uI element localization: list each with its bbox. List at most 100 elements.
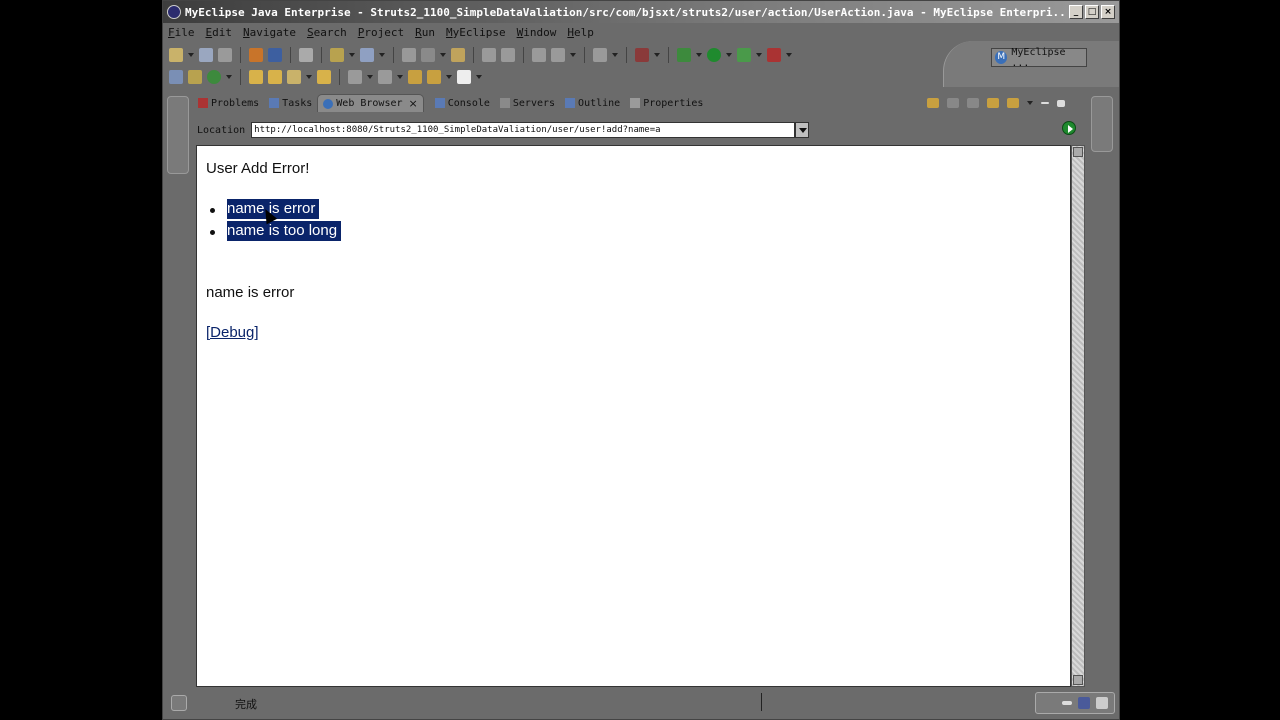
toolbar-separator — [393, 47, 394, 63]
menu-navigate[interactable]: Navigate — [243, 26, 296, 39]
wizard-icon[interactable] — [330, 48, 344, 62]
forward-dropdown-icon[interactable] — [476, 70, 482, 84]
url-input[interactable] — [251, 122, 796, 138]
print-icon[interactable] — [218, 48, 232, 62]
perspective-label: MyEclipse ... — [1011, 46, 1066, 69]
menu-search[interactable]: Search — [307, 26, 347, 39]
open-type-icon[interactable] — [249, 48, 263, 62]
right-trim-stack[interactable] — [1091, 96, 1113, 152]
debug-dropdown-icon[interactable] — [696, 48, 702, 62]
fast-view-icon[interactable] — [171, 695, 187, 711]
profile-dropdown-icon[interactable] — [654, 48, 660, 62]
open-external-icon[interactable] — [1007, 98, 1019, 108]
browser-refresh-icon[interactable] — [987, 98, 999, 108]
tab-tasks[interactable]: Tasks — [264, 94, 317, 112]
toolbar-separator — [473, 47, 474, 63]
folder-icon[interactable] — [317, 70, 331, 84]
scroll-up-icon[interactable] — [1073, 147, 1083, 157]
back-arrow-icon[interactable] — [408, 70, 422, 84]
table-icon[interactable] — [402, 48, 416, 62]
new-class-icon[interactable] — [188, 70, 202, 84]
menu-run[interactable]: Run — [415, 26, 435, 39]
deploy-icon[interactable] — [268, 48, 282, 62]
forward-arrow-icon[interactable] — [457, 70, 471, 84]
minimize-view-icon[interactable] — [1041, 102, 1049, 104]
menu-window[interactable]: Window — [517, 26, 557, 39]
open-folder-icon[interactable] — [249, 70, 263, 84]
new-dropdown-icon[interactable] — [188, 48, 194, 62]
debug-link[interactable]: [Debug] — [206, 324, 259, 341]
clipboard-icon[interactable] — [1096, 697, 1108, 709]
browser-stop-icon[interactable] — [967, 98, 979, 108]
menu-help[interactable]: Help — [567, 26, 594, 39]
new-icon[interactable] — [169, 48, 183, 62]
maximize-view-icon[interactable] — [1057, 99, 1065, 107]
menu-project[interactable]: Project — [358, 26, 404, 39]
heap-status-icon[interactable] — [1078, 697, 1090, 709]
stop-server-dropdown-icon[interactable] — [786, 48, 792, 62]
sql-icon[interactable] — [421, 48, 435, 62]
menu-myeclipse[interactable]: MyEclipse — [446, 26, 506, 39]
menu-file[interactable]: File — [168, 26, 195, 39]
menu-edit[interactable]: Edit — [206, 26, 233, 39]
go-button[interactable] — [1062, 121, 1076, 135]
perspective-myeclipse-button[interactable]: M MyEclipse ... — [991, 46, 1087, 69]
tab-problems[interactable]: Problems — [193, 94, 264, 112]
tab-web-browser[interactable]: Web Browser × — [317, 94, 424, 112]
tab-servers[interactable]: Servers — [495, 94, 560, 112]
paste-icon[interactable] — [501, 48, 515, 62]
new-interface-icon[interactable] — [207, 70, 221, 84]
toggle-mark-icon[interactable] — [348, 70, 362, 84]
external-tools-dropdown-icon[interactable] — [756, 48, 762, 62]
grid-icon[interactable] — [532, 48, 546, 62]
ide-window: MyEclipse Java Enterprise - Struts2_1100… — [162, 0, 1120, 720]
scroll-down-icon[interactable] — [1073, 675, 1083, 685]
minimize-button[interactable]: _ — [1069, 5, 1083, 19]
server-icon[interactable] — [360, 48, 374, 62]
refactor-icon[interactable] — [551, 48, 565, 62]
save-icon[interactable] — [199, 48, 213, 62]
stop-server-icon[interactable] — [767, 48, 781, 62]
browser-back-icon[interactable] — [927, 98, 939, 108]
server-dropdown-icon[interactable] — [379, 48, 385, 62]
tab-properties[interactable]: Properties — [625, 94, 708, 112]
close-button[interactable]: × — [1101, 5, 1115, 19]
sql-dropdown-icon[interactable] — [440, 48, 446, 62]
pencil-dropdown-icon[interactable] — [306, 70, 312, 84]
trim-minimize-icon[interactable] — [1062, 701, 1072, 705]
status-bar: 完成 — [163, 689, 1119, 717]
cut-icon[interactable] — [482, 48, 496, 62]
pencil-icon[interactable] — [287, 70, 301, 84]
toggle-mark-dropdown-icon[interactable] — [367, 70, 373, 84]
tab-label: Problems — [211, 97, 260, 109]
back-history-icon[interactable] — [427, 70, 441, 84]
launch-dropdown-icon[interactable] — [612, 48, 618, 62]
tab-outline[interactable]: Outline — [560, 94, 625, 112]
wizard-dropdown-icon[interactable] — [349, 48, 355, 62]
next-annotation-dropdown-icon[interactable] — [397, 70, 403, 84]
error-message: name is too long — [227, 221, 342, 241]
refactor-dropdown-icon[interactable] — [570, 48, 576, 62]
browser-scrollbar[interactable] — [1071, 145, 1085, 687]
back-history-dropdown-icon[interactable] — [446, 70, 452, 84]
maximize-button[interactable]: □ — [1085, 5, 1099, 19]
java-ee-icon[interactable] — [451, 48, 465, 62]
tab-console[interactable]: Console — [430, 94, 495, 112]
build-icon[interactable] — [299, 48, 313, 62]
new-package-icon[interactable] — [169, 70, 183, 84]
run-dropdown-icon[interactable] — [726, 48, 732, 62]
run-icon[interactable] — [707, 48, 721, 62]
profile-icon[interactable] — [635, 48, 649, 62]
open-file-icon[interactable] — [268, 70, 282, 84]
view-menu-icon[interactable] — [1027, 96, 1033, 110]
url-history-dropdown-icon[interactable] — [795, 122, 810, 138]
browser-forward-icon[interactable] — [947, 98, 959, 108]
debug-icon[interactable] — [677, 48, 691, 62]
external-tools-icon[interactable] — [737, 48, 751, 62]
new-interface-dropdown-icon[interactable] — [226, 70, 232, 84]
next-annotation-icon[interactable] — [378, 70, 392, 84]
close-tab-icon[interactable]: × — [409, 97, 418, 110]
launch-icon[interactable] — [593, 48, 607, 62]
window-controls: _ □ × — [1069, 5, 1115, 19]
left-trim-stack[interactable] — [167, 96, 189, 174]
